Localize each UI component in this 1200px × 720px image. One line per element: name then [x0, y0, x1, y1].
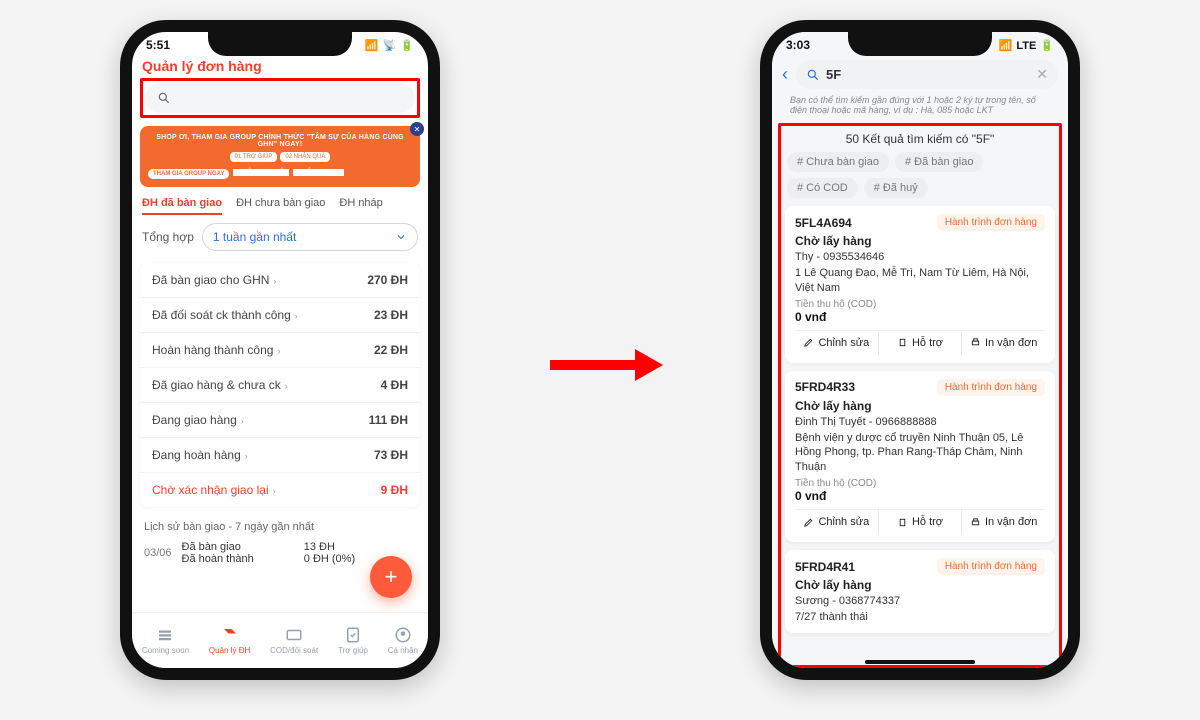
phone-right: 3:03 📶LTE🔋 ‹ 5F ✕ Bạn có thể tìm kiếm gầ…	[760, 20, 1080, 680]
notch	[208, 32, 352, 56]
phone-left: 5:51 📶📡🔋 Quản lý đơn hàng ✕ SHOP ƠI, THA…	[120, 20, 440, 680]
home-indicator	[865, 660, 975, 664]
filter-chip[interactable]: # Có COD	[787, 178, 858, 198]
order-code: 5FL4A694	[795, 216, 852, 230]
order-card[interactable]: 5FRD4R33 Hành trình đơn hàng Chờ lấy hàng Đ…	[785, 371, 1055, 542]
print-button[interactable]: In vận đơn	[961, 510, 1045, 534]
tab-orders[interactable]: Quản lý ĐH	[209, 626, 250, 655]
summary-row[interactable]: Chờ xác nhận giao lại›9 ĐH	[140, 472, 420, 507]
order-address: 1 Lê Quang Đạo, Mễ Trì, Nam Từ Liêm, Hà …	[795, 266, 1045, 295]
order-address: 7/27 thành thái	[795, 610, 1045, 624]
order-contact: Thy - 0935534646	[795, 250, 1045, 264]
cod-amount: 0 vnđ	[795, 489, 1045, 503]
filter-label: Tổng hợp	[142, 230, 194, 244]
summary-row[interactable]: Hoàn hàng thành công›22 ĐH	[140, 332, 420, 367]
filter-chip[interactable]: # Đã huỷ	[864, 178, 928, 198]
banner-pill: 03 TÂM CHUYỆN	[233, 169, 289, 176]
tab-cod[interactable]: COD/đối soát	[270, 626, 318, 655]
summary-card: Đã bàn giao cho GHN›270 ĐHĐã đối soát ck…	[140, 263, 420, 507]
journey-badge[interactable]: Hành trình đơn hàng	[937, 379, 1045, 396]
cod-amount: 0 vnđ	[795, 310, 1045, 324]
summary-row[interactable]: Đang hoàn hàng›73 ĐH	[140, 437, 420, 472]
notch	[848, 32, 992, 56]
statusbar-time: 5:51	[146, 38, 170, 52]
search-input[interactable]	[145, 83, 415, 113]
statusbar-icons: 📶LTE🔋	[995, 38, 1054, 52]
statusbar-icons: 📶📡🔋	[361, 38, 414, 52]
search-icon	[157, 91, 171, 105]
cod-label: Tiền thu hộ (COD)	[795, 299, 1045, 310]
order-status: Chờ lấy hàng	[795, 578, 1045, 592]
chevron-down-icon	[395, 231, 407, 243]
back-button[interactable]: ‹	[782, 64, 788, 85]
banner-pill: 01 TRỢ GIÚP	[230, 152, 278, 162]
search-top-bar: ‹ 5F ✕	[772, 54, 1068, 93]
tab-delivered[interactable]: ĐH đã bàn giao	[142, 197, 222, 215]
close-icon[interactable]: ✕	[410, 122, 424, 136]
banner-pill: 04 LẮNG NGHE	[293, 169, 344, 176]
banner-pill: 02 NHẬN QUÀ	[280, 152, 330, 162]
edit-button[interactable]: Chỉnh sửa	[795, 331, 878, 355]
search-hint: Bạn có thể tìm kiếm gần đúng với 1 hoặc …	[772, 93, 1068, 121]
history-title: Lịch sử bàn giao - 7 ngày gần nhất	[132, 511, 428, 537]
journey-badge[interactable]: Hành trình đơn hàng	[937, 558, 1045, 575]
promo-banner[interactable]: ✕ SHOP ƠI, THAM GIA GROUP CHÍNH THỨC "TÂ…	[140, 126, 420, 187]
banner-cta[interactable]: THAM GIA GROUP NGAY	[148, 169, 229, 179]
order-contact: Đinh Thị Tuyết - 0966888888	[795, 415, 1045, 429]
filter-chip[interactable]: # Đã bàn giao	[895, 152, 984, 172]
search-value: 5F	[826, 67, 841, 82]
search-icon	[806, 68, 820, 82]
summary-row[interactable]: Đã bàn giao cho GHN›270 ĐH	[140, 263, 420, 297]
order-code: 5FRD4R41	[795, 560, 855, 574]
page-title: Quản lý đơn hàng	[132, 54, 428, 76]
tab-bar: Coming soon Quản lý ĐH COD/đối soát Trợ …	[132, 612, 428, 668]
filter-chip[interactable]: # Chưa bàn giao	[787, 152, 889, 172]
top-tabs: ĐH đã bàn giao ĐH chưa bàn giao ĐH nháp	[132, 191, 428, 215]
statusbar-time: 3:03	[786, 38, 810, 52]
order-status: Chờ lấy hàng	[795, 399, 1045, 413]
clear-icon[interactable]: ✕	[1036, 66, 1048, 83]
print-button[interactable]: In vận đơn	[961, 331, 1045, 355]
order-status: Chờ lấy hàng	[795, 234, 1045, 248]
order-address: Bệnh viện y dược cổ truyền Ninh Thuận 05…	[795, 431, 1045, 474]
tab-undelivered[interactable]: ĐH chưa bàn giao	[236, 197, 325, 215]
tab-coming-soon[interactable]: Coming soon	[142, 626, 189, 655]
search-input[interactable]: 5F ✕	[796, 60, 1058, 89]
date-select[interactable]: 1 tuần gần nhất	[202, 223, 418, 251]
support-button[interactable]: Hỗ trợ	[878, 331, 962, 355]
filter-chips: # Chưa bàn giao # Đã bàn giao # Có COD # Đã…	[781, 152, 1059, 206]
history-date: 03/06	[144, 547, 172, 559]
tab-draft[interactable]: ĐH nháp	[339, 197, 382, 215]
highlight-results: 50 Kết quả tìm kiếm có "5F" # Chưa bàn g…	[778, 123, 1062, 668]
order-contact: Sương - 0368774337	[795, 594, 1045, 608]
tab-profile[interactable]: Cá nhân	[388, 626, 418, 655]
cod-label: Tiền thu hộ (COD)	[795, 478, 1045, 489]
arrow-icon	[545, 345, 665, 390]
fab-add[interactable]: +	[370, 556, 412, 598]
order-code: 5FRD4R33	[795, 380, 855, 394]
select-value: 1 tuần gần nhất	[213, 230, 296, 244]
summary-row[interactable]: Đã đối soát ck thành công›23 ĐH	[140, 297, 420, 332]
summary-row[interactable]: Đã giao hàng & chưa ck›4 ĐH	[140, 367, 420, 402]
highlight-search	[140, 78, 420, 118]
journey-badge[interactable]: Hành trình đơn hàng	[937, 214, 1045, 231]
support-button[interactable]: Hỗ trợ	[878, 510, 962, 534]
edit-button[interactable]: Chỉnh sửa	[795, 510, 878, 534]
filter-row: Tổng hợp 1 tuần gần nhất	[132, 215, 428, 259]
summary-row[interactable]: Đang giao hàng›111 ĐH	[140, 402, 420, 437]
order-card[interactable]: 5FL4A694 Hành trình đơn hàng Chờ lấy hàng T…	[785, 206, 1055, 363]
tab-help[interactable]: Trợ giúp	[338, 626, 368, 655]
banner-headline: SHOP ƠI, THAM GIA GROUP CHÍNH THỨC "TÂM …	[148, 134, 412, 148]
results-count: 50 Kết quả tìm kiếm có "5F"	[781, 126, 1059, 152]
order-card[interactable]: 5FRD4R41 Hành trình đơn hàng Chờ lấy hàng S…	[785, 550, 1055, 633]
